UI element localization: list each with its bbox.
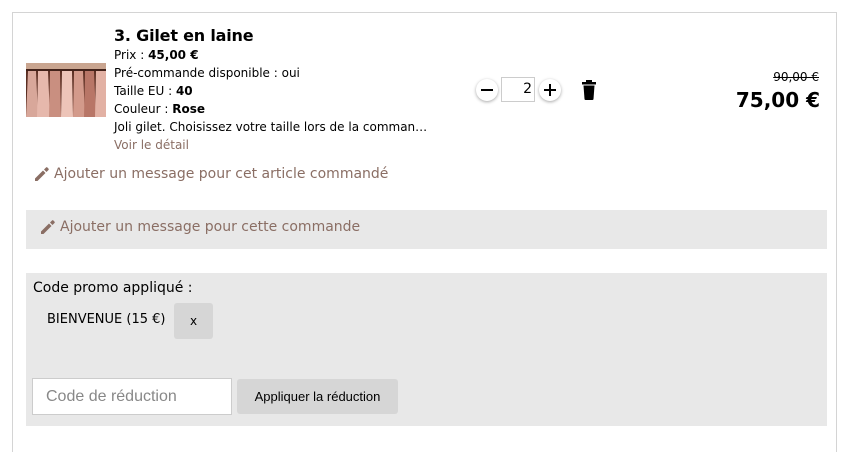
original-price: 90,00 € <box>773 70 819 84</box>
preorder-line: Pré-commande disponible : oui <box>114 66 300 80</box>
applied-promo-code: BIENVENUE (15 €) <box>47 312 166 327</box>
total-price: 75,00 € <box>735 88 820 112</box>
color-label: Couleur : <box>114 102 173 116</box>
remove-promo-button[interactable]: x <box>174 303 213 339</box>
price-line: Prix : 45,00 € <box>114 48 199 63</box>
size-line: Taille EU : 40 <box>114 84 193 99</box>
color-value: Rose <box>172 102 206 116</box>
trash-icon[interactable] <box>581 80 597 100</box>
promo-applied-label: Code promo appliqué : <box>33 280 193 296</box>
view-detail-link[interactable]: Voir le détail <box>114 138 189 153</box>
add-item-message-label: Ajouter un message pour cet article comm… <box>54 166 389 182</box>
product-thumbnail[interactable] <box>26 63 106 117</box>
add-order-message-label: Ajouter un message pour cette commande <box>60 219 361 235</box>
product-description: Joli gilet. Choisissez votre taille lors… <box>114 120 428 134</box>
color-line: Couleur : Rose <box>114 102 205 117</box>
product-title[interactable]: 3. Gilet en laine <box>114 26 254 45</box>
size-label: Taille EU : <box>114 84 176 98</box>
product-photo <box>26 63 106 117</box>
quantity-input[interactable]: 2 <box>501 77 535 102</box>
minus-icon <box>481 89 493 91</box>
price-label: Prix : <box>114 48 149 62</box>
increase-quantity-button[interactable] <box>539 79 561 101</box>
order-message-panel: Ajouter un message pour cette commande <box>26 210 827 249</box>
size-value: 40 <box>175 84 193 98</box>
discount-code-input[interactable]: Code de réduction <box>32 378 232 415</box>
promo-panel: Code promo appliqué : BIENVENUE (15 €) x… <box>26 273 827 426</box>
pencil-icon <box>35 167 49 181</box>
add-item-message-link[interactable]: Ajouter un message pour cet article comm… <box>34 166 388 182</box>
price-value: 45,00 € <box>148 48 199 62</box>
pencil-icon <box>41 220 55 234</box>
add-order-message-link[interactable]: Ajouter un message pour cette commande <box>40 219 360 235</box>
plus-icon <box>544 84 556 96</box>
apply-discount-button[interactable]: Appliquer la réduction <box>237 379 398 414</box>
decrease-quantity-button[interactable] <box>476 79 498 101</box>
